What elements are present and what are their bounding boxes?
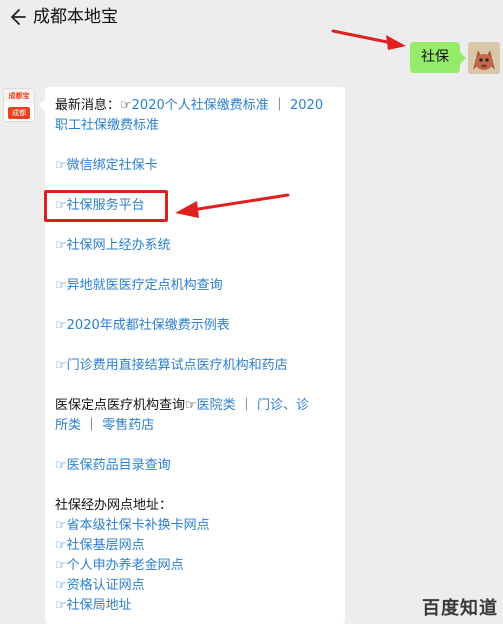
baidu-zhidao-watermark: 百度知道	[422, 598, 498, 619]
latest-prefix: 最新消息：☞	[55, 98, 132, 113]
reply-line-medical-query: 医保定点医疗机构查询☞医院类 ｜ 门诊、诊	[55, 396, 309, 416]
link-clinics[interactable]: 门诊、诊	[257, 398, 309, 413]
link-wechat-bind-card[interactable]: ☞微信绑定社保卡	[55, 156, 158, 176]
link-grassroots-outlets[interactable]: ☞社保基层网点	[55, 536, 145, 556]
medical-query-prefix: 医保定点医疗机构查询☞	[55, 398, 197, 413]
back-arrow-icon[interactable]	[6, 6, 28, 28]
link-pension-outlets[interactable]: ☞个人申办养老金网点	[55, 556, 184, 576]
reply-line-latest: 最新消息：☞2020个人社保缴费标准 ｜ 2020	[55, 96, 323, 116]
link-bureau-address[interactable]: ☞社保局地址	[55, 596, 132, 616]
link-hospitals[interactable]: 医院类	[197, 398, 236, 413]
highlight-box	[44, 190, 168, 222]
link-offsite-medical-query[interactable]: ☞异地就医医疗定点机构查询	[55, 276, 223, 296]
link-2020[interactable]: 2020	[290, 98, 323, 113]
reply-line-employee-standard: 职工社保缴费标准	[55, 116, 159, 136]
annotation-arrow-top	[331, 29, 406, 50]
chat-title: 成都本地宝	[33, 7, 118, 27]
reply-line-medical-query-cont: 所类 ｜ 零售药店	[55, 416, 154, 436]
top-bar: 成都本地宝	[0, 0, 503, 36]
separator: ｜	[268, 98, 291, 113]
link-outpatient-settlement-pilot[interactable]: ☞门诊费用直接结算试点医疗机构和药店	[55, 356, 288, 376]
link-employee-contribution-standard[interactable]: 职工社保缴费标准	[55, 118, 159, 133]
link-retail-pharmacy[interactable]: 零售药店	[102, 418, 154, 433]
separator: ｜	[81, 418, 103, 433]
user-avatar-image-icon	[468, 42, 500, 74]
link-card-replacement-outlets[interactable]: ☞省本级社保卡补换卡网点	[55, 516, 210, 536]
link-online-system[interactable]: ☞社保网上经办系统	[55, 236, 171, 256]
separator: ｜	[235, 398, 257, 413]
sent-message-bubble[interactable]: 社保	[410, 42, 466, 73]
link-qualification-outlets[interactable]: ☞资格认证网点	[55, 576, 145, 596]
link-personal-contribution-2020[interactable]: 2020个人社保缴费标准	[132, 98, 269, 113]
office-address-heading: 社保经办网点地址：	[55, 498, 173, 513]
sent-message-text: 社保	[421, 49, 449, 65]
annotation-arrow-middle	[175, 193, 290, 218]
bot-avatar-logo-text: 成都宝	[4, 89, 34, 103]
bot-avatar-badge: 成都	[8, 107, 30, 119]
user-avatar[interactable]	[468, 42, 500, 74]
link-clinics-cont[interactable]: 所类	[55, 418, 81, 433]
link-2020-contribution-example[interactable]: ☞2020年成都社保缴费示例表	[55, 316, 230, 336]
bot-avatar[interactable]: 成都宝 成都	[3, 88, 35, 122]
link-drug-catalog-query[interactable]: ☞医保药品目录查询	[55, 456, 171, 476]
